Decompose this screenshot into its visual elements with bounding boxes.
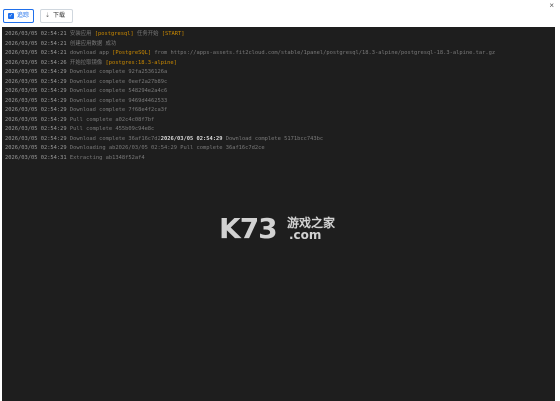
log-timestamp: 2026/03/05 02:54:29 <box>5 135 70 142</box>
log-timestamp: 2026/03/05 02:54:29 <box>5 78 70 85</box>
log-text: 任务开始 <box>133 31 162 37</box>
log-console[interactable]: 2026/03/05 02:54:21 安装应用 [postgresql] 任务… <box>2 27 555 401</box>
log-line: 2026/03/05 02:54:31 Extracting ab1348f52… <box>5 154 495 164</box>
log-timestamp: 2026/03/05 02:54:29 <box>5 97 70 104</box>
log-text: [START] <box>161 31 185 37</box>
log-timestamp: 2026/03/05 02:54:29 <box>5 145 70 151</box>
checkbox-checked-icon: ✓ <box>8 13 14 19</box>
log-timestamp: 2026/03/05 02:54:31 <box>5 154 70 161</box>
close-icon[interactable]: × <box>549 1 554 10</box>
log-line: 2026/03/05 02:54:21 download app [Postgr… <box>5 49 495 59</box>
log-timestamp: 2026/03/05 02:54:29 <box>5 126 70 132</box>
log-text: Download complete 548294e2a4c6 <box>69 88 168 94</box>
log-timestamp: 2026/03/05 02:54:21 <box>5 50 70 56</box>
log-timestamp: 2026/03/05 02:54:26 <box>5 59 70 66</box>
log-timestamp: 2026/03/05 02:54:29 <box>5 69 70 75</box>
log-text: Downloading ab2026/03/05 02:54:29 Pull c… <box>69 145 265 151</box>
log-text: Download complete 92fa2536126a <box>69 69 168 75</box>
log-text: Download complete 7f68e4f2ca3f <box>69 107 168 113</box>
log-text: Pull complete 455b09c94e8c <box>69 126 155 132</box>
log-text: 2026/03/05 02:54:29 <box>160 135 223 142</box>
log-timestamp: 2026/03/05 02:54:21 <box>5 31 70 37</box>
toolbar: ✓ 追踪 ⇣ 下载 × <box>0 0 560 27</box>
scrollbar[interactable] <box>550 27 555 401</box>
site-watermark: K73 游戏之家 .com <box>219 212 379 252</box>
log-text: [PostgreSQL] <box>112 50 152 56</box>
log-text: Extracting ab1348f52af4 <box>69 154 145 161</box>
log-line: 2026/03/05 02:54:29 Download complete 7f… <box>5 106 495 116</box>
log-line: 2026/03/05 02:54:29 Downloading ab2026/0… <box>5 144 495 154</box>
log-line: 2026/03/05 02:54:29 Pull complete 455b09… <box>5 125 495 135</box>
log-line: 2026/03/05 02:54:29 Pull complete a02c4c… <box>5 116 495 126</box>
log-line: 2026/03/05 02:54:26 开始拉取镜像 [postgres:18.… <box>5 59 495 69</box>
log-text: Download complete 36af16c7d2 <box>69 135 161 142</box>
log-text: Download complete 5171bcc743bc <box>222 135 324 142</box>
log-line: 2026/03/05 02:54:21 创建应用数据 成功 <box>5 40 495 50</box>
log-line: 2026/03/05 02:54:29 Download complete 54… <box>5 87 495 97</box>
log-text: 创建应用数据 成功 <box>69 40 117 47</box>
log-text: from https://apps-assets.fit2cloud.com/s… <box>151 50 496 56</box>
follow-checkbox-button[interactable]: ✓ 追踪 <box>3 9 34 23</box>
log-text: [postgresql] <box>94 31 134 37</box>
log-line: 2026/03/05 02:54:29 Download complete 36… <box>5 135 495 145</box>
log-text: 开始拉取镜像 <box>69 59 106 66</box>
log-line: 2026/03/05 02:54:29 Download complete 94… <box>5 97 495 107</box>
watermark-domain: .com <box>289 228 322 242</box>
log-timestamp: 2026/03/05 02:54:29 <box>5 88 70 94</box>
log-line: 2026/03/05 02:54:29 Download complete 92… <box>5 68 495 78</box>
log-text: [postgres:18.3-alpine] <box>105 59 177 66</box>
download-button[interactable]: ⇣ 下载 <box>40 9 73 23</box>
download-icon: ⇣ <box>45 13 51 19</box>
log-text: Download complete 9469d4462533 <box>69 97 168 104</box>
log-text: 安装应用 <box>69 31 95 37</box>
follow-label: 追踪 <box>17 13 30 19</box>
log-text: download app <box>69 50 113 56</box>
watermark-logo: K73 <box>219 212 278 245</box>
log-timestamp: 2026/03/05 02:54:21 <box>5 40 70 47</box>
log-line: 2026/03/05 02:54:29 Download complete 0e… <box>5 78 495 88</box>
download-label: 下载 <box>53 13 66 19</box>
log-text: Pull complete a02c4c08f7bf <box>69 116 155 123</box>
log-lines: 2026/03/05 02:54:21 安装应用 [postgresql] 任务… <box>5 30 495 163</box>
log-timestamp: 2026/03/05 02:54:29 <box>5 107 70 113</box>
log-timestamp: 2026/03/05 02:54:29 <box>5 116 70 123</box>
log-text: Download complete 0eef2a27b89c <box>69 78 168 85</box>
log-line: 2026/03/05 02:54:21 安装应用 [postgresql] 任务… <box>5 30 495 40</box>
